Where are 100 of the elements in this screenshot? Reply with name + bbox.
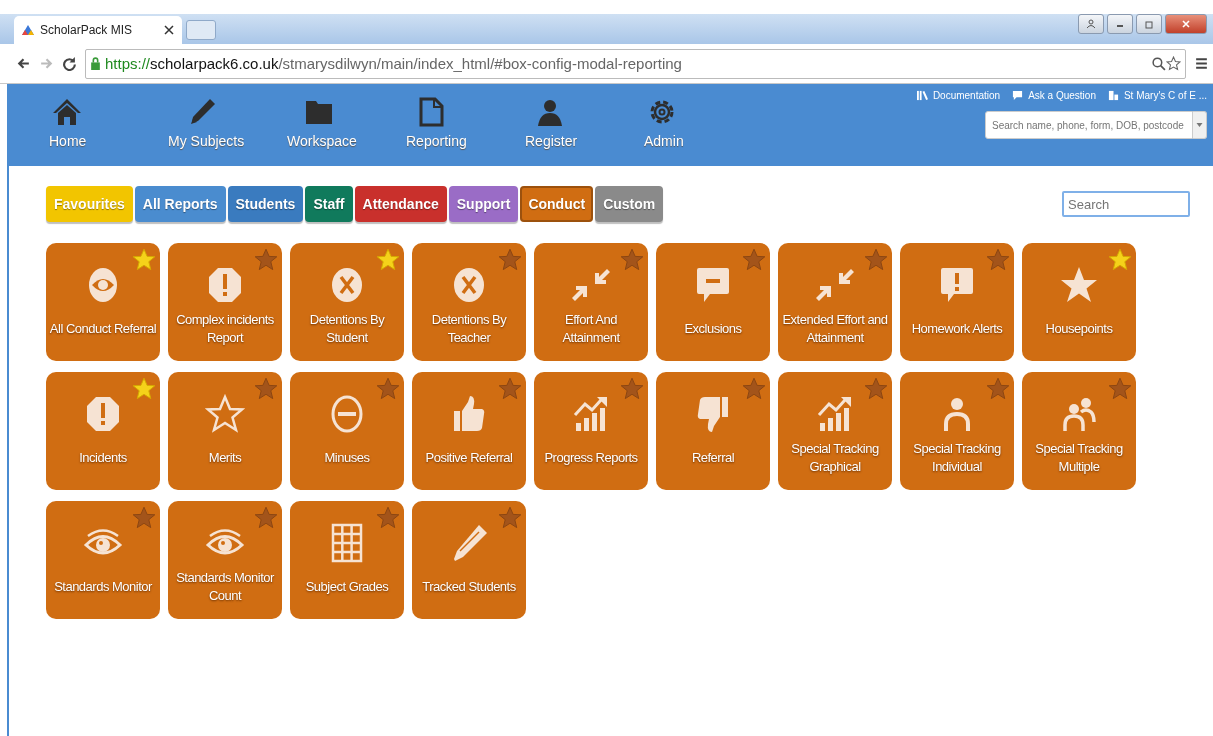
report-tile[interactable]: All Conduct Referral (46, 243, 160, 361)
report-tile[interactable]: Special Tracking Individual (900, 372, 1014, 490)
report-tile[interactable]: Effort And Attainment (534, 243, 648, 361)
header-link[interactable]: Ask a Question (1012, 90, 1096, 101)
report-tile[interactable]: Merits (168, 372, 282, 490)
tile-label: Incidents (78, 449, 128, 467)
favourite-star-icon[interactable] (498, 377, 522, 401)
close-icon[interactable] (164, 25, 174, 35)
person-icon (1086, 19, 1096, 29)
address-bar[interactable]: https://scholarpack6.co.uk/stmarysdilwyn/main/index_html/#box-config-modal-reporting (85, 48, 1186, 79)
tile-label: Special Tracking Graphical (790, 440, 880, 476)
caret-icon[interactable] (1193, 111, 1207, 139)
filter-tab[interactable]: Staff (305, 186, 353, 222)
report-tile[interactable]: Subject Grades (290, 501, 404, 619)
tile-label: Minuses (323, 449, 371, 467)
nav-item[interactable]: Workspace (287, 96, 406, 166)
favourite-star-icon[interactable] (620, 377, 644, 401)
favourite-star-icon[interactable] (1108, 248, 1132, 272)
favourite-star-icon[interactable] (132, 377, 156, 401)
filter-tab[interactable]: Support (448, 186, 519, 222)
tile-label: Subject Grades (304, 578, 390, 596)
report-tile[interactable]: Housepoints (1022, 243, 1136, 361)
report-tile[interactable]: Exclusions (656, 243, 770, 361)
favourite-star-icon[interactable] (132, 248, 156, 272)
report-tile[interactable]: Detentions By Student (290, 243, 404, 361)
report-tile[interactable]: Incidents (46, 372, 160, 490)
report-tile[interactable]: Extended Effort and Attainment (778, 243, 892, 361)
favourite-star-icon[interactable] (132, 506, 156, 530)
tile-label: Housepoints (1044, 320, 1114, 338)
report-tile[interactable]: Special Tracking Multiple (1022, 372, 1136, 490)
browser-tab[interactable]: ScholarPack MIS (14, 16, 182, 44)
report-tile[interactable]: Standards Monitor (46, 501, 160, 619)
tile-label: Special Tracking Individual (912, 440, 1002, 476)
header-link[interactable]: Documentation (916, 90, 1001, 101)
favourite-star-icon[interactable] (742, 377, 766, 401)
tile-label: Detentions By Teacher (430, 311, 508, 347)
tile-label: All Conduct Referral (48, 320, 158, 338)
global-search-field[interactable]: Search name, phone, form, DOB, postcode (985, 111, 1193, 139)
nav-item[interactable]: Admin (644, 96, 763, 166)
tile-label: Merits (207, 449, 243, 467)
tile-label: Positive Referral (424, 449, 514, 467)
zoom-icon[interactable] (1151, 56, 1166, 71)
report-tile[interactable]: Referral (656, 372, 770, 490)
favourite-star-icon[interactable] (864, 248, 888, 272)
lock-icon (90, 57, 101, 70)
favourite-star-icon[interactable] (986, 248, 1010, 272)
filter-tab[interactable]: Attendance (354, 186, 447, 222)
report-tile[interactable]: Homework Alerts (900, 243, 1014, 361)
favourite-star-icon[interactable] (376, 506, 400, 530)
nav-item[interactable]: Reporting (406, 96, 525, 166)
filter-tab[interactable]: Students (227, 186, 304, 222)
report-tile[interactable]: Complex incidents Report (168, 243, 282, 361)
minimize-button[interactable] (1107, 14, 1133, 34)
books-icon (916, 90, 928, 101)
nav-item[interactable]: Home (49, 96, 168, 166)
report-tile[interactable]: Special Tracking Graphical (778, 372, 892, 490)
report-tile[interactable]: Standards Monitor Count (168, 501, 282, 619)
favourite-star-icon[interactable] (376, 377, 400, 401)
favourite-star-icon[interactable] (864, 377, 888, 401)
tile-label: Special Tracking Multiple (1034, 440, 1124, 476)
forward-icon[interactable] (39, 56, 54, 71)
tile-label: Standards Monitor (53, 578, 153, 596)
filter-tab[interactable]: Custom (595, 186, 664, 222)
filter-tab[interactable]: All Reports (134, 186, 226, 222)
nav-item[interactable]: My Subjects (168, 96, 287, 166)
back-icon[interactable] (16, 56, 31, 71)
bookmark-star-icon[interactable] (1166, 56, 1181, 71)
favourite-star-icon[interactable] (742, 248, 766, 272)
favourite-star-icon[interactable] (986, 377, 1010, 401)
nav-item[interactable]: Register (525, 96, 644, 166)
reload-icon[interactable] (62, 56, 77, 71)
building-icon (1107, 90, 1119, 101)
report-tile[interactable]: Positive Referral (412, 372, 526, 490)
user-button[interactable] (1078, 14, 1104, 34)
favourite-star-icon[interactable] (1108, 377, 1132, 401)
favourite-star-icon[interactable] (254, 377, 278, 401)
favourite-star-icon[interactable] (620, 248, 644, 272)
filter-tab[interactable]: Conduct (520, 186, 594, 222)
tile-label: Progress Reports (543, 449, 639, 467)
header-link[interactable]: St Mary's C of E ... (1107, 90, 1207, 101)
tab-title: ScholarPack MIS (40, 23, 134, 37)
tile-label: Exclusions (683, 320, 743, 338)
favourite-star-icon[interactable] (254, 248, 278, 272)
report-tile[interactable]: Detentions By Teacher (412, 243, 526, 361)
favourite-star-icon[interactable] (376, 248, 400, 272)
favourite-star-icon[interactable] (498, 248, 522, 272)
star-icon (1059, 265, 1099, 305)
favourite-star-icon[interactable] (498, 506, 522, 530)
report-tile[interactable]: Progress Reports (534, 372, 648, 490)
report-tile[interactable]: Minuses (290, 372, 404, 490)
favourite-star-icon[interactable] (254, 506, 278, 530)
new-tab-button[interactable] (186, 20, 216, 40)
report-tile[interactable]: Tracked Students (412, 501, 526, 619)
close-window-button[interactable] (1165, 14, 1207, 34)
search-field[interactable]: Search (1062, 191, 1190, 217)
speech-icon (1012, 90, 1024, 101)
restore-icon (1144, 19, 1154, 29)
tile-label: Homework Alerts (910, 320, 1004, 338)
menu-icon[interactable] (1194, 56, 1209, 71)
tile-label: Effort And Attainment (561, 311, 621, 347)
